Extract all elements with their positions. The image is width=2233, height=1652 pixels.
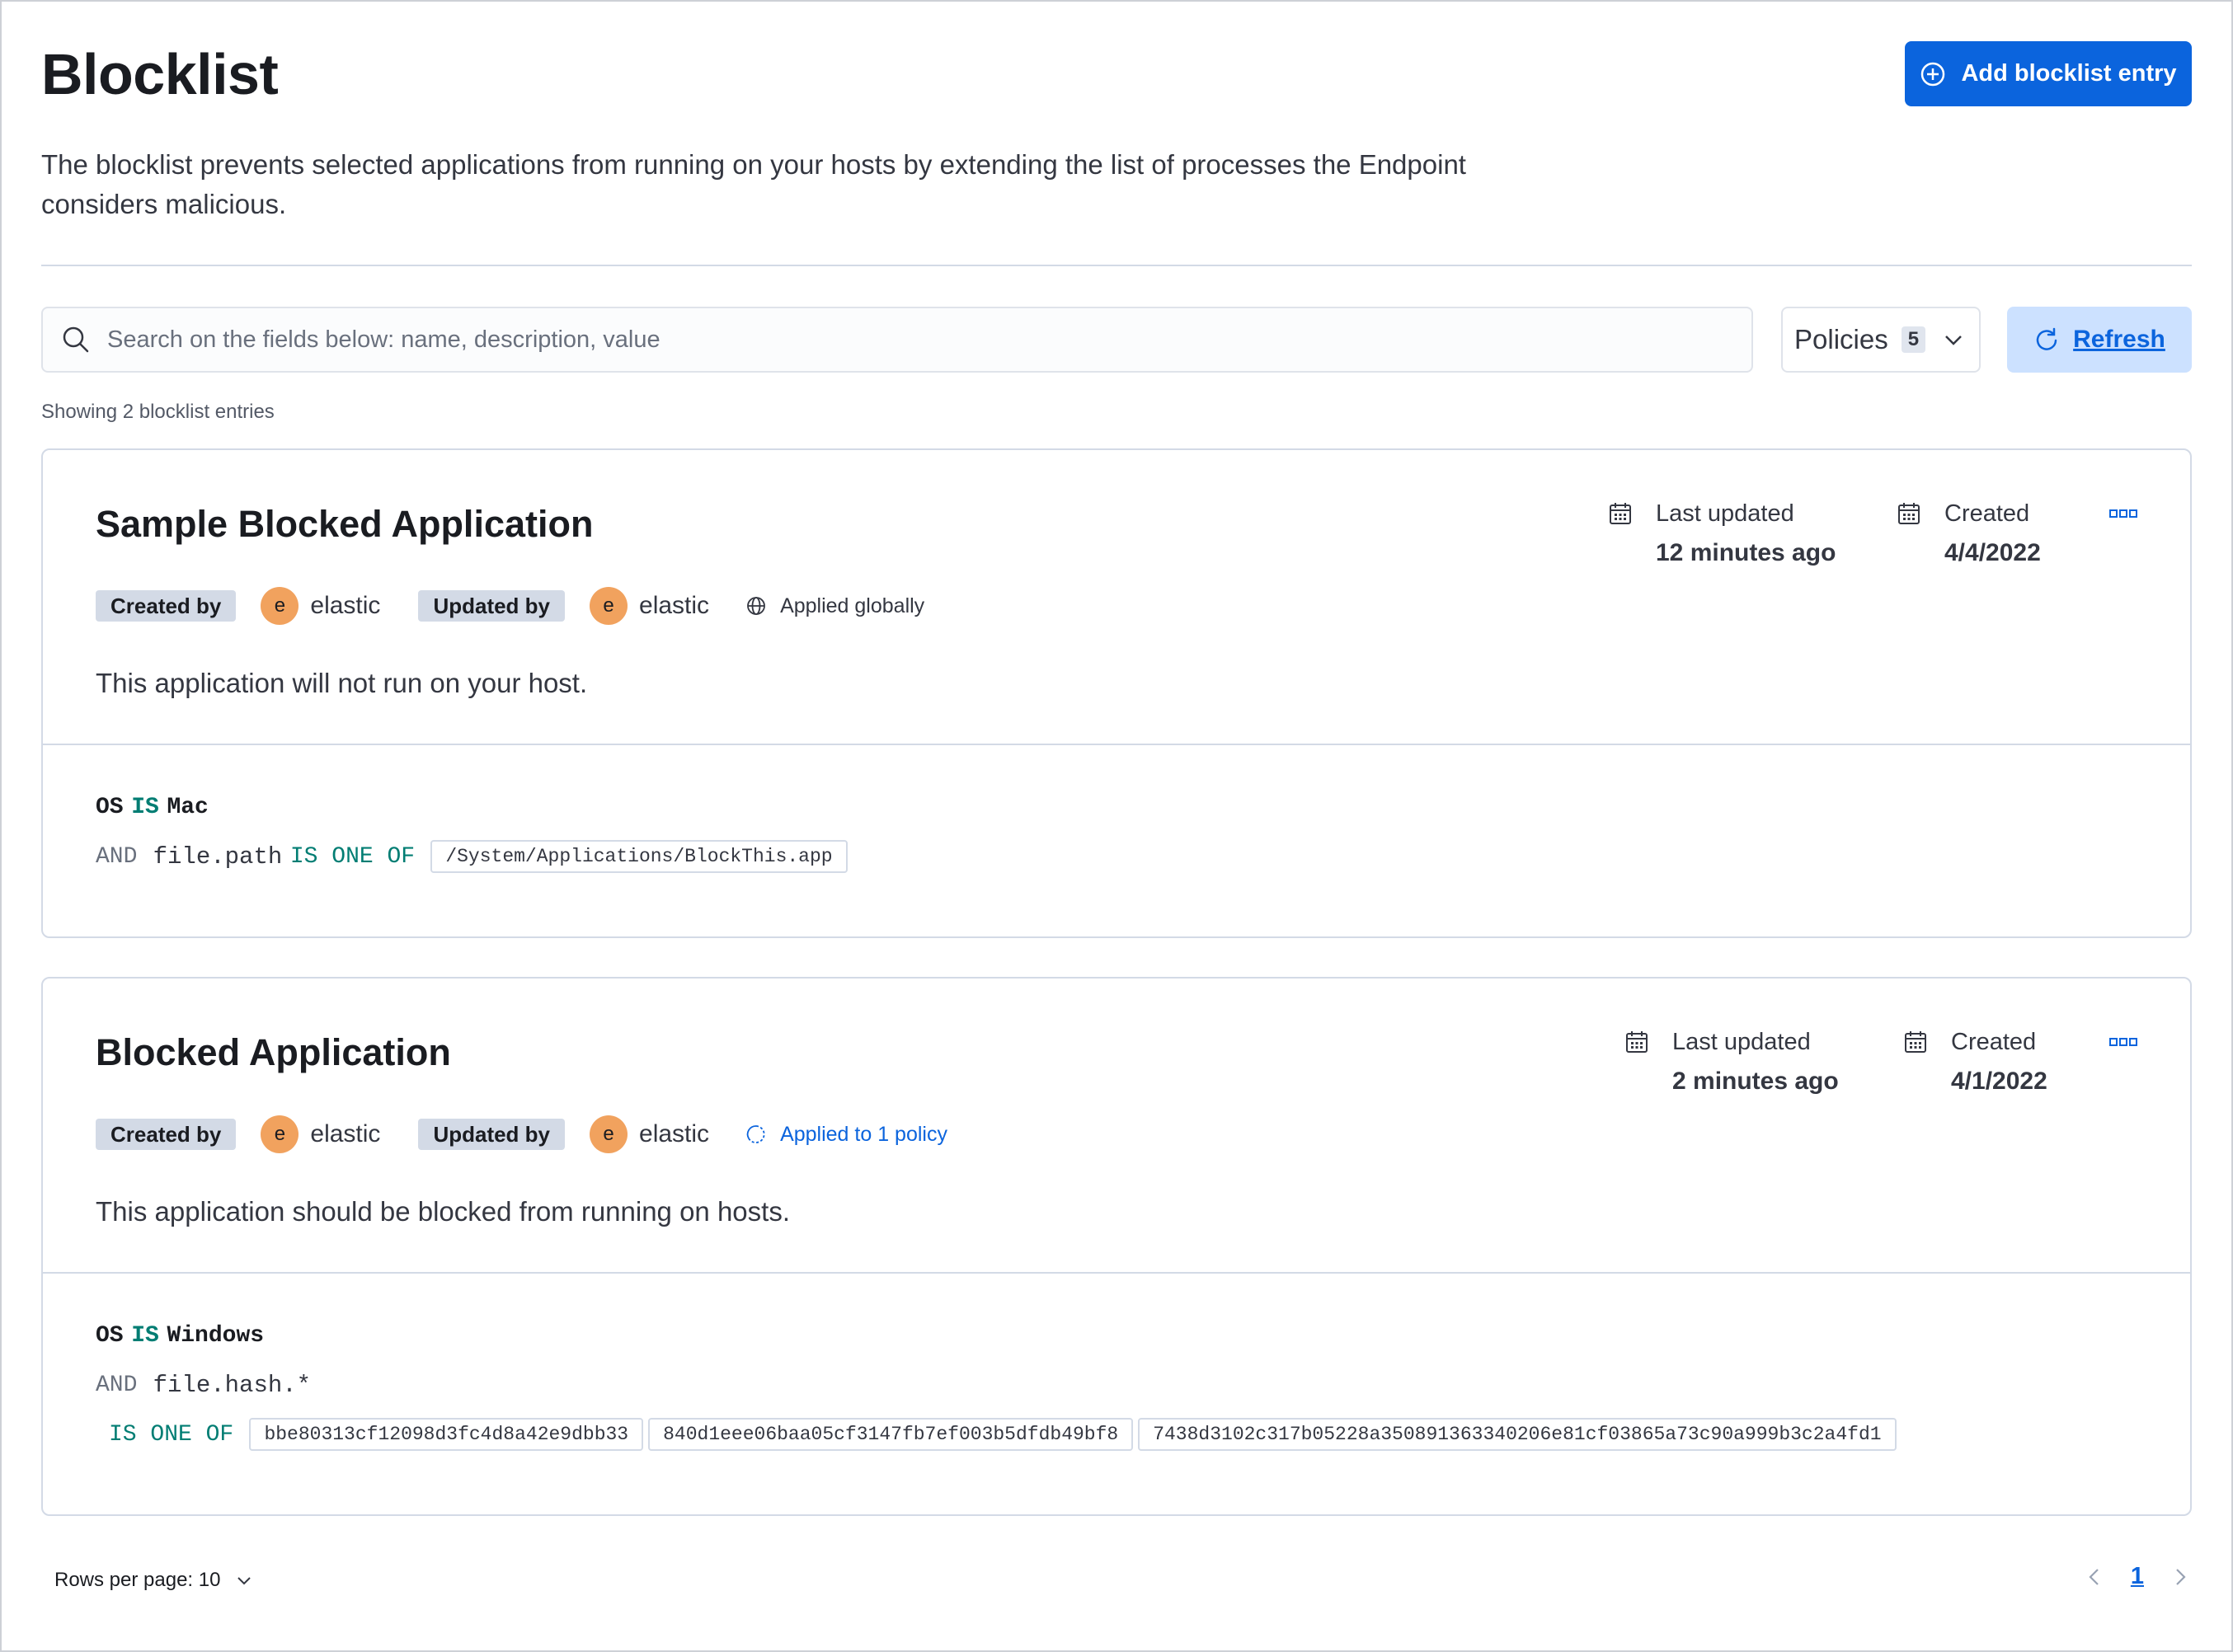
page-description: The blocklist prevents selected applicat… bbox=[41, 149, 1466, 219]
entry-description: This application will not run on your ho… bbox=[96, 668, 588, 698]
created-by-badge: Created by bbox=[96, 1119, 237, 1150]
updated-by-badge: Updated by bbox=[418, 590, 566, 622]
condition-os-keyword: OS bbox=[96, 1322, 124, 1349]
created-by-user: elastic bbox=[310, 1120, 381, 1147]
avatar: e bbox=[590, 587, 628, 625]
condition-value: bbe80313cf12098d3fc4d8a42e9dbb33 bbox=[249, 1418, 644, 1451]
page-number-button[interactable]: 1 bbox=[2131, 1563, 2144, 1590]
add-blocklist-entry-button[interactable]: Add blocklist entry bbox=[1905, 41, 2192, 106]
header-divider bbox=[41, 265, 2192, 266]
page-title: Blocklist bbox=[41, 42, 279, 106]
created-value: 4/4/2022 bbox=[1944, 539, 2041, 566]
search-input[interactable] bbox=[107, 326, 1751, 354]
last-updated-group: Last updated 2 minutes ago bbox=[1624, 1026, 1903, 1096]
entry-meta: Created by e elastic Updated by e elasti… bbox=[96, 1114, 947, 1155]
condition-and: AND bbox=[96, 843, 138, 870]
updated-by-badge: Updated by bbox=[418, 1119, 566, 1150]
avatar: e bbox=[261, 1115, 299, 1153]
entry-description: This application should be blocked from … bbox=[96, 1196, 790, 1227]
condition-os-value: Windows bbox=[167, 1322, 265, 1349]
condition-and: AND bbox=[96, 1372, 138, 1398]
condition-field-name: file.hash.* bbox=[153, 1371, 312, 1399]
last-updated-value: 12 minutes ago bbox=[1656, 539, 1836, 566]
avatar: e bbox=[261, 587, 299, 625]
more-actions-icon[interactable] bbox=[2109, 508, 2137, 519]
created-by-badge: Created by bbox=[96, 590, 237, 622]
created-label: Created bbox=[1944, 500, 2030, 527]
entry-dates: Last updated 2 minutes ago Created 4/1/2… bbox=[1624, 1026, 2047, 1096]
chevron-down-icon bbox=[237, 1577, 252, 1585]
created-value: 4/1/2022 bbox=[1951, 1068, 2047, 1095]
globe-icon bbox=[747, 597, 765, 615]
condition-value: 840d1eee06baa05cf3147fb7ef003b5dfdb49bf8 bbox=[648, 1418, 1134, 1451]
condition-os: OS IS Mac bbox=[96, 790, 853, 824]
search-box[interactable] bbox=[41, 307, 1753, 373]
policies-filter-button[interactable]: Policies 5 bbox=[1781, 307, 1981, 373]
condition-field-name: file.path bbox=[153, 842, 283, 871]
partial-policy-icon bbox=[746, 1125, 765, 1143]
condition-field: AND file.hash.* bbox=[96, 1368, 1902, 1402]
last-updated-group: Last updated 12 minutes ago bbox=[1608, 498, 1897, 567]
created-group: Created 4/4/2022 bbox=[1897, 498, 2041, 567]
blocklist-entry-card: Blocked Application Last updated 2 minut… bbox=[41, 977, 2192, 1516]
entry-summary: Blocked Application Last updated 2 minut… bbox=[43, 979, 2190, 1274]
calendar-icon bbox=[1610, 503, 1631, 524]
applied-policy-link[interactable]: Applied to 1 policy bbox=[745, 1123, 947, 1147]
created-group: Created 4/1/2022 bbox=[1903, 1026, 2047, 1096]
condition-operator: IS ONE OF bbox=[289, 843, 416, 870]
results-count: Showing 2 blocklist entries bbox=[41, 401, 275, 423]
entry-conditions: OS IS Mac AND file.path IS ONE OF /Syste… bbox=[96, 790, 853, 874]
last-updated-value: 2 minutes ago bbox=[1672, 1068, 1839, 1095]
entry-meta: Created by e elastic Updated by e elasti… bbox=[96, 585, 924, 627]
more-actions-icon[interactable] bbox=[2109, 1036, 2137, 1048]
applied-status-label: Applied to 1 policy bbox=[780, 1122, 947, 1146]
refresh-icon bbox=[2036, 327, 2057, 350]
last-updated-label: Last updated bbox=[1672, 1029, 1811, 1055]
created-label: Created bbox=[1951, 1029, 2037, 1055]
entry-name: Blocked Application bbox=[96, 1031, 451, 1073]
refresh-button[interactable]: Refresh bbox=[2007, 307, 2192, 373]
chevron-left-icon[interactable] bbox=[2083, 1565, 2106, 1589]
condition-is-operator: IS bbox=[131, 794, 159, 820]
chevron-down-icon bbox=[1945, 336, 1962, 345]
entry-name: Sample Blocked Application bbox=[96, 503, 594, 545]
updated-by-user: elastic bbox=[639, 1120, 710, 1147]
condition-os-keyword: OS bbox=[96, 794, 124, 820]
pagination: 1 bbox=[2083, 1563, 2192, 1590]
condition-is-operator: IS bbox=[131, 1322, 159, 1349]
avatar: e bbox=[590, 1115, 628, 1153]
refresh-label: Refresh bbox=[2073, 326, 2165, 353]
add-blocklist-entry-label: Add blocklist entry bbox=[1961, 60, 2177, 87]
condition-operator: IS ONE OF bbox=[109, 1421, 234, 1448]
entry-conditions: OS IS Windows AND file.hash.* IS ONE OF … bbox=[96, 1318, 1902, 1452]
condition-os-value: Mac bbox=[167, 794, 209, 820]
condition-value: 7438d3102c317b05228a350891363340206e81cf… bbox=[1138, 1418, 1897, 1451]
blocklist-entry-card: Sample Blocked Application Last updated … bbox=[41, 448, 2192, 938]
entry-summary: Sample Blocked Application Last updated … bbox=[43, 450, 2190, 745]
rows-per-page-label: Rows per page: 10 bbox=[54, 1569, 221, 1591]
entry-dates: Last updated 12 minutes ago Created 4/4/… bbox=[1608, 498, 2041, 567]
plus-circle-icon bbox=[1921, 62, 1945, 86]
search-icon bbox=[63, 326, 89, 353]
policies-label: Policies bbox=[1794, 324, 1888, 354]
condition-field: AND file.path IS ONE OF /System/Applicat… bbox=[96, 839, 853, 874]
condition-os: OS IS Windows bbox=[96, 1318, 1902, 1353]
applied-status-label: Applied globally bbox=[780, 594, 925, 617]
updated-by-user: elastic bbox=[639, 592, 710, 619]
policies-count-badge: 5 bbox=[1901, 326, 1926, 353]
calendar-icon bbox=[1626, 1031, 1648, 1053]
rows-per-page-button[interactable]: Rows per page: 10 bbox=[54, 1569, 253, 1592]
condition-value: /System/Applications/BlockThis.app bbox=[430, 840, 848, 873]
calendar-icon bbox=[1905, 1031, 1926, 1053]
chevron-right-icon[interactable] bbox=[2169, 1565, 2192, 1589]
last-updated-label: Last updated bbox=[1656, 500, 1794, 527]
applied-status: Applied globally bbox=[745, 594, 924, 618]
created-by-user: elastic bbox=[310, 592, 381, 619]
calendar-icon bbox=[1898, 503, 1920, 524]
condition-values: IS ONE OF bbe80313cf12098d3fc4d8a42e9dbb… bbox=[96, 1417, 1902, 1452]
